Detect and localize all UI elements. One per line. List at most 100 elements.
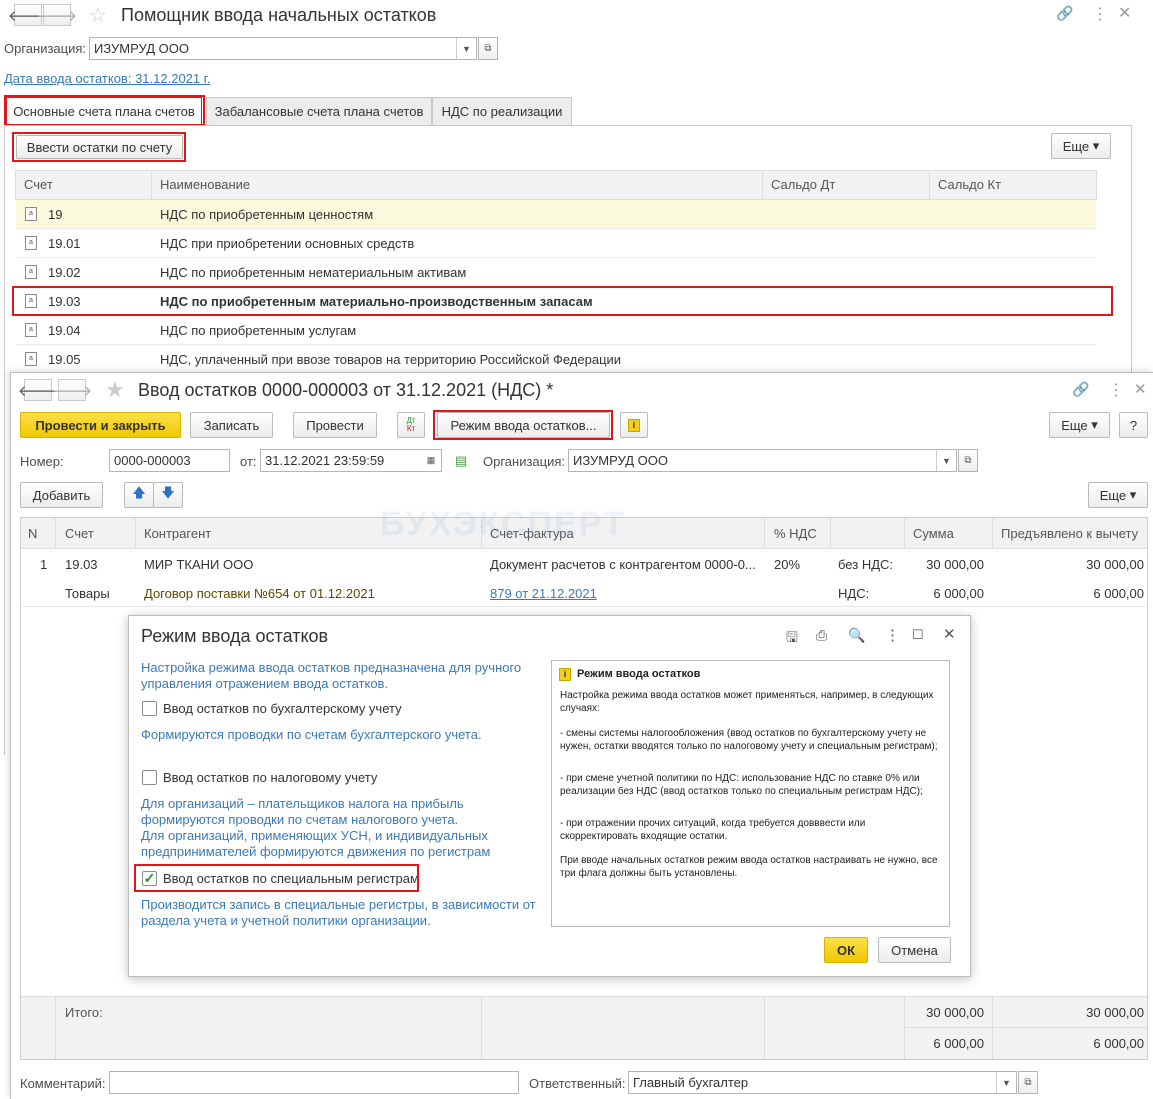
row-name: НДС, уплаченный при ввозе товаров на тер…: [160, 352, 622, 367]
save-icon[interactable]: 🖫: [786, 627, 798, 651]
help-title: Режим ввода остатков: [577, 668, 701, 680]
line-vat-rate: 20%: [774, 557, 801, 572]
col-separator: [135, 518, 136, 549]
col-vat-rate[interactable]: % НДС: [774, 526, 817, 541]
save-button[interactable]: Записать: [190, 412, 273, 438]
row-account: 19.01: [48, 236, 81, 251]
forward-button[interactable]: 🡒: [52, 379, 92, 401]
date-label: от:: [240, 454, 257, 469]
move-down-button[interactable]: 🡇: [153, 482, 183, 508]
back-button[interactable]: 🡐: [18, 379, 58, 401]
org-field[interactable]: ИЗУМРУД ООО ▼: [89, 37, 477, 60]
line-vat-amount: 6 000,00: [933, 586, 984, 601]
open-icon[interactable]: ⧉: [1018, 1071, 1038, 1094]
post-status-icon: ▤: [455, 453, 468, 468]
more-button[interactable]: Еще ▾: [1088, 482, 1148, 508]
more-vert-icon[interactable]: ⋮: [1092, 4, 1108, 24]
highlight-box: [12, 286, 1113, 316]
account-icon: a: [25, 352, 37, 366]
col-n[interactable]: N: [28, 526, 37, 541]
col-amount[interactable]: Сумма: [913, 526, 954, 541]
col-separator: [762, 171, 763, 199]
highlight-box: [4, 95, 205, 126]
dialog-intro: Настройка режима ввода остатков предназн…: [141, 660, 522, 691]
preview-icon[interactable]: 🔍: [848, 627, 865, 644]
help-button[interactable]: ?: [1119, 412, 1148, 438]
col-account[interactable]: Счет: [24, 177, 53, 192]
close-icon[interactable]: ✕: [1134, 380, 1147, 398]
maximize-icon[interactable]: ☐: [912, 627, 924, 643]
link-icon[interactable]: 🔗: [1072, 381, 1089, 398]
forward-button[interactable]: 🡒: [37, 4, 77, 26]
tab-offbalance[interactable]: Забалансовые счета плана счетов: [206, 97, 432, 125]
cancel-button[interactable]: Отмена: [878, 937, 951, 963]
total-vat-amount: 6 000,00: [933, 1036, 984, 1051]
org-field[interactable]: ИЗУМРУД ООО ▼: [568, 449, 957, 472]
total-deduct: 30 000,00: [1086, 1005, 1144, 1020]
chevron-down-icon[interactable]: ▼: [936, 450, 956, 471]
invoice-link[interactable]: 879 от 21.12.2021: [490, 586, 597, 601]
post-button[interactable]: Провести: [293, 412, 377, 438]
star-icon[interactable]: ☆: [89, 3, 107, 28]
calendar-icon[interactable]: ▦: [421, 450, 441, 471]
col-debit[interactable]: Сальдо Дт: [771, 177, 835, 192]
account-icon: a: [25, 207, 37, 221]
chevron-down-icon[interactable]: ▼: [456, 38, 476, 59]
dt-kt-button[interactable]: Дт Кт: [397, 412, 425, 438]
line-amount: 30 000,00: [926, 557, 984, 572]
more-vert-icon[interactable]: ⋮: [885, 626, 900, 644]
tax-checkbox-label[interactable]: Ввод остатков по налоговому учету: [163, 770, 377, 785]
tax-note-2: Для организаций, применяющих УСН, и инди…: [141, 828, 491, 859]
star-icon[interactable]: ★: [105, 377, 125, 403]
info-icon: i: [559, 668, 571, 681]
responsible-field[interactable]: Главный бухгалтер ▼: [628, 1071, 1017, 1094]
row-account: 19.05: [48, 352, 81, 367]
comment-field[interactable]: [109, 1071, 519, 1094]
move-up-button[interactable]: 🡅: [124, 482, 154, 508]
accounting-checkbox-label[interactable]: Ввод остатков по бухгалтерскому учету: [163, 701, 402, 716]
org-label: Организация:: [483, 454, 566, 469]
col-credit[interactable]: Сальдо Кт: [938, 177, 1001, 192]
total-label: Итого:: [65, 1005, 103, 1020]
number-field[interactable]: 0000-000003: [109, 449, 230, 472]
col-deduct[interactable]: Предъявлено к вычету: [1001, 526, 1138, 541]
more-button[interactable]: Еще ▾: [1049, 412, 1110, 438]
row-account: 19.04: [48, 323, 81, 338]
info-button[interactable]: i: [620, 412, 648, 438]
line-n: 1: [40, 557, 48, 572]
more-button[interactable]: Еще ▾: [1051, 133, 1111, 159]
help-p2: - смены системы налогообложения (ввод ос…: [560, 728, 938, 752]
line-vat-deduct: 6 000,00: [1093, 586, 1144, 601]
close-icon[interactable]: ✕: [943, 625, 956, 643]
col-separator: [830, 518, 831, 549]
org-value: ИЗУМРУД ООО: [94, 41, 189, 56]
date-field[interactable]: 31.12.2021 23:59:59 ▦: [260, 449, 442, 472]
print-icon[interactable]: ⎙: [816, 627, 827, 644]
tab-divider: [4, 125, 1132, 126]
open-icon[interactable]: ⧉: [958, 449, 978, 472]
col-name[interactable]: Наименование: [160, 177, 250, 192]
row-divider: [905, 1027, 1147, 1028]
date-link[interactable]: Дата ввода остатков: 31.12.2021 г.: [4, 71, 211, 86]
col-separator: [151, 171, 152, 199]
col-contractor[interactable]: Контрагент: [144, 526, 211, 541]
ok-button[interactable]: ОК: [824, 937, 868, 963]
accounting-checkbox[interactable]: [142, 701, 157, 716]
document-title: Ввод остатков 0000-000003 от 31.12.2021 …: [138, 380, 554, 400]
chevron-down-icon[interactable]: ▼: [996, 1072, 1016, 1093]
col-account[interactable]: Счет: [65, 526, 94, 541]
line-invoice-doc: Документ расчетов с контрагентом 0000-0.…: [490, 557, 756, 572]
total-amount: 30 000,00: [926, 1005, 984, 1020]
tax-checkbox[interactable]: [142, 770, 157, 785]
dialog-title: Режим ввода остатков: [141, 626, 329, 646]
total-vat-deduct: 6 000,00: [1093, 1036, 1144, 1051]
col-separator: [55, 996, 56, 1059]
post-and-close-button[interactable]: Провести и закрыть: [20, 412, 181, 438]
tab-vat-sales[interactable]: НДС по реализации: [432, 97, 572, 125]
add-button[interactable]: Добавить: [20, 482, 103, 508]
link-icon[interactable]: 🔗: [1056, 5, 1073, 22]
responsible-label: Ответственный:: [529, 1076, 626, 1091]
close-icon[interactable]: ✕: [1118, 3, 1131, 23]
open-icon[interactable]: ⧉: [478, 37, 498, 60]
more-vert-icon[interactable]: ⋮: [1108, 380, 1124, 400]
